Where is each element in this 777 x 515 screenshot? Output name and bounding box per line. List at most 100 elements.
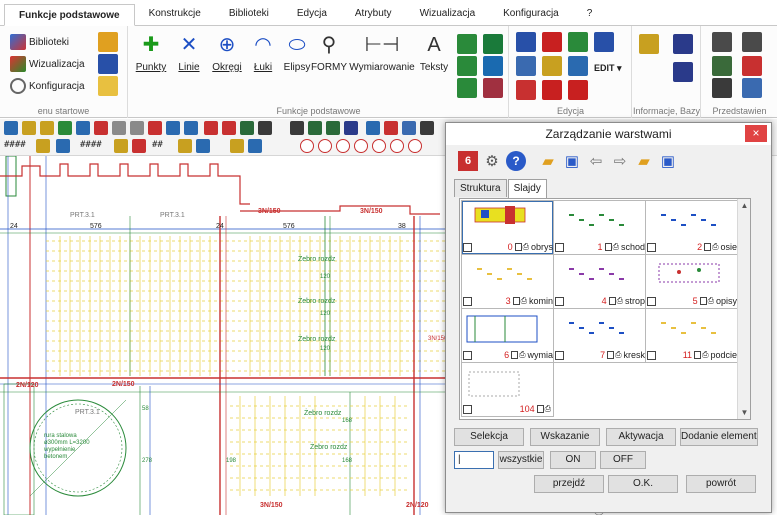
slide-item[interactable]: 3 ⎙ komin — [461, 254, 554, 309]
move-icon[interactable] — [542, 56, 562, 76]
arrow-right-icon[interactable]: ⇨ — [610, 151, 630, 171]
pen-combo[interactable]: #### — [80, 140, 102, 150]
properties-icon[interactable] — [258, 121, 272, 135]
slide-checkbox[interactable] — [647, 350, 656, 360]
linie-button[interactable]: ✕ Linie — [169, 28, 209, 94]
zoom-out-icon[interactable] — [300, 139, 314, 153]
grid-icon[interactable] — [58, 121, 72, 135]
fill-color-icon[interactable] — [178, 139, 192, 153]
arrow-left-icon[interactable]: ⇦ — [586, 151, 606, 171]
dodanie-elementu-button[interactable]: Dodanie elementu — [680, 428, 758, 446]
vertical-scrollbar[interactable]: ▲ ▼ — [737, 199, 750, 419]
slide-item[interactable]: 5 ⎙ opisy — [645, 254, 738, 309]
save-icon[interactable]: ▣ — [562, 151, 582, 171]
tab-konfiguracja[interactable]: Konfiguracja — [489, 3, 573, 25]
lock-icon[interactable] — [607, 351, 615, 359]
selekcja-button[interactable]: Selekcja — [454, 428, 524, 446]
open-folder-icon[interactable]: ▰ — [538, 151, 558, 171]
print-icon[interactable]: ⎙ — [545, 404, 551, 414]
zoom-all-icon[interactable] — [742, 78, 762, 98]
slide-item[interactable]: 4 ⎙ strop — [553, 254, 646, 309]
print-icon[interactable]: ⎙ — [519, 350, 525, 360]
layers-icon[interactable] — [742, 56, 762, 76]
slide-checkbox[interactable] — [647, 296, 656, 306]
tab-funkcje-podstawowe[interactable]: Funkcje podstawowe — [4, 4, 135, 26]
tab-slajdy[interactable]: Slajdy — [507, 179, 547, 198]
slide-item[interactable]: 2 ⎙ osie — [645, 200, 738, 255]
windows-icon[interactable] — [742, 32, 762, 52]
layer-number-input[interactable]: | — [454, 451, 494, 469]
open-folder-icon[interactable] — [98, 32, 118, 52]
erase-icon[interactable] — [594, 32, 614, 52]
edit-dropdown[interactable]: EDIT ▾ — [594, 58, 622, 78]
hatch-style-icon[interactable] — [230, 139, 244, 153]
lock-icon[interactable] — [604, 243, 612, 251]
lock-icon[interactable] — [694, 351, 702, 359]
przejdz-button[interactable]: przejdź — [534, 475, 604, 493]
undo-icon[interactable] — [166, 121, 180, 135]
zoom-window-icon-2[interactable] — [372, 139, 386, 153]
slide-item[interactable]: 11 ⎙ podcie — [645, 308, 738, 363]
area-icon[interactable] — [222, 121, 236, 135]
punkty-button[interactable]: ✚ Punkty — [131, 28, 171, 94]
lock-icon[interactable] — [608, 297, 616, 305]
line-style-combo[interactable]: #### — [4, 140, 26, 150]
layer-manager-icon[interactable] — [384, 121, 398, 135]
print-icon[interactable]: ⎙ — [702, 350, 708, 360]
layers-icon[interactable]: 6 — [458, 151, 478, 171]
slide-checkbox[interactable] — [555, 296, 564, 306]
slide-checkbox[interactable] — [555, 242, 564, 252]
slide-item[interactable]: 0 ⎙ obrys — [461, 200, 554, 255]
slide-checkbox[interactable] — [555, 350, 564, 360]
print-icon[interactable]: ⎙ — [615, 350, 621, 360]
text-edit-icon[interactable] — [457, 56, 477, 76]
export-icon[interactable] — [98, 76, 118, 96]
block-icon[interactable] — [290, 121, 304, 135]
print-icon[interactable]: ⎙ — [712, 242, 718, 252]
pattern-icon[interactable] — [483, 78, 503, 98]
formy-button[interactable]: ⚲ FORMY — [309, 28, 349, 94]
measure-icon[interactable] — [204, 121, 218, 135]
lock-icon[interactable] — [36, 139, 50, 153]
lock-icon[interactable] — [512, 297, 520, 305]
osnap-icon[interactable] — [40, 121, 54, 135]
info-icon[interactable] — [673, 62, 693, 82]
view-icon[interactable] — [712, 56, 732, 76]
save-layer-icon[interactable] — [402, 121, 416, 135]
print-icon[interactable]: ⎙ — [521, 296, 527, 306]
okregi-button[interactable]: ⊕ Okręgi — [207, 28, 247, 94]
tab-struktura[interactable]: Struktura — [454, 179, 507, 197]
layer-state-icon[interactable] — [326, 121, 340, 135]
tab-edycja[interactable]: Edycja — [283, 3, 341, 25]
linetype-icon[interactable] — [248, 139, 262, 153]
save-icon[interactable] — [98, 54, 118, 74]
color-icon[interactable] — [344, 121, 358, 135]
snap-icon[interactable] — [22, 121, 36, 135]
wymiarowanie-button[interactable]: ⊢⊣ Wymiarowanie — [349, 28, 415, 94]
fill-icon[interactable] — [483, 56, 503, 76]
ortho-icon[interactable] — [76, 121, 90, 135]
hatch-icon[interactable] — [483, 34, 503, 54]
on-button[interactable]: ON — [550, 451, 596, 469]
aktywacja-button[interactable]: Aktywacja — [606, 428, 676, 446]
tab-konstrukcje[interactable]: Konstrukcje — [135, 3, 215, 25]
print-icon[interactable]: ⎙ — [523, 242, 529, 252]
print-icon[interactable]: ⎙ — [613, 242, 619, 252]
slide-checkbox[interactable] — [463, 296, 472, 306]
scale-icon[interactable] — [568, 56, 588, 76]
lock-icon[interactable] — [704, 243, 712, 251]
print-icon[interactable]: ⎙ — [617, 296, 623, 306]
pan-icon[interactable] — [390, 139, 404, 153]
text-style-icon[interactable] — [457, 34, 477, 54]
gear-icon[interactable]: ⚙ — [482, 151, 502, 171]
redraw-icon[interactable] — [148, 121, 162, 135]
database-icon[interactable] — [673, 34, 693, 54]
lock-icon[interactable] — [511, 351, 519, 359]
scroll-up-icon[interactable]: ▲ — [738, 199, 751, 212]
zoom-prev-icon[interactable] — [354, 139, 368, 153]
pencil-icon[interactable] — [132, 139, 146, 153]
wskazanie-button[interactable]: Wskazanie — [530, 428, 600, 446]
slide-item[interactable]: 104 ⎙ — [461, 362, 554, 417]
zoom-in-icon[interactable] — [318, 139, 332, 153]
slide-item[interactable]: 6 ⎙ wymia — [461, 308, 554, 363]
